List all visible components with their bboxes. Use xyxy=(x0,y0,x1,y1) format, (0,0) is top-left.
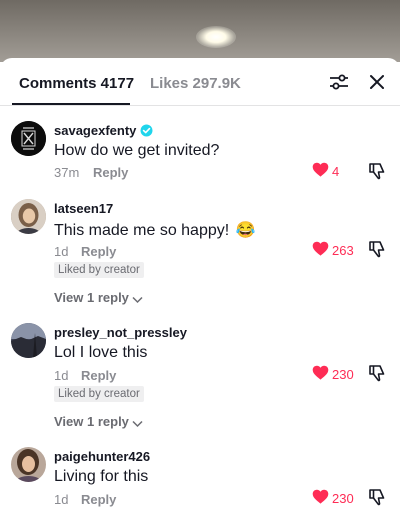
avatar[interactable] xyxy=(11,323,46,358)
dislike-icon[interactable] xyxy=(368,240,386,258)
tab-comments[interactable]: Comments 4177 xyxy=(19,75,134,92)
comment-time: 37m xyxy=(54,165,80,180)
comment-username[interactable]: presley_not_pressley xyxy=(54,325,187,340)
view-replies-button[interactable]: View 1 reply xyxy=(54,414,143,429)
reply-button[interactable]: Reply xyxy=(81,492,116,507)
avatar[interactable] xyxy=(11,121,46,156)
tab-likes[interactable]: Likes 297.9K xyxy=(150,75,241,92)
like-count: 230 xyxy=(332,491,354,506)
chevron-down-icon xyxy=(132,420,143,428)
comment-time: 1d xyxy=(54,492,69,507)
profile-photo-icon xyxy=(11,199,46,234)
reply-button[interactable]: Reply xyxy=(81,368,116,383)
avatar[interactable] xyxy=(11,199,46,234)
liked-by-creator-badge: Liked by creator xyxy=(54,262,144,278)
tab-bar: Comments 4177 Likes 297.9K xyxy=(0,58,400,106)
comment-username[interactable]: paigehunter426 xyxy=(54,449,150,464)
reply-button[interactable]: Reply xyxy=(81,244,116,259)
dislike-icon[interactable] xyxy=(368,488,386,506)
comment-text: Lol I love this xyxy=(54,344,148,361)
close-icon[interactable] xyxy=(368,73,386,91)
avatar[interactable] xyxy=(11,447,46,482)
comment-text: This made me so happy! 😂 xyxy=(54,220,256,240)
laughing-emoji-icon: 😂 xyxy=(235,222,256,239)
dislike-icon[interactable] xyxy=(368,364,386,382)
comment-username[interactable]: savagexfenty xyxy=(54,123,153,138)
like-count: 230 xyxy=(332,367,354,382)
view-replies-label[interactable]: View 1 reply xyxy=(54,290,129,305)
heart-icon xyxy=(312,241,329,256)
username-text[interactable]: savagexfenty xyxy=(54,123,136,138)
comment-text: Living for this xyxy=(54,468,149,485)
reply-button[interactable]: Reply xyxy=(93,165,128,180)
like-count: 263 xyxy=(332,243,354,258)
verified-badge-icon xyxy=(140,124,153,137)
like-count: 4 xyxy=(332,164,340,179)
comment-time: 1d xyxy=(54,244,69,259)
heart-icon xyxy=(312,365,329,380)
chevron-down-icon xyxy=(132,296,143,304)
ceiling-light xyxy=(196,26,236,48)
liked-by-creator-badge: Liked by creator xyxy=(54,386,144,402)
comment-text-body: This made me so happy! xyxy=(54,222,230,239)
heart-icon xyxy=(312,162,329,177)
profile-photo-icon xyxy=(11,323,46,358)
logo-icon xyxy=(11,121,46,156)
video-background xyxy=(0,0,400,62)
view-replies-label[interactable]: View 1 reply xyxy=(54,414,129,429)
view-replies-button[interactable]: View 1 reply xyxy=(54,290,143,305)
filter-icon[interactable] xyxy=(329,73,349,91)
comments-sheet: Comments 4177 Likes 297.9K savagexfenty xyxy=(0,58,400,516)
dislike-icon[interactable] xyxy=(368,162,386,180)
comment-time: 1d xyxy=(54,368,69,383)
comment-text: How do we get invited? xyxy=(54,142,220,159)
profile-photo-icon xyxy=(11,447,46,482)
heart-icon xyxy=(312,489,329,504)
comment-username[interactable]: latseen17 xyxy=(54,201,113,216)
active-tab-indicator xyxy=(12,103,130,105)
